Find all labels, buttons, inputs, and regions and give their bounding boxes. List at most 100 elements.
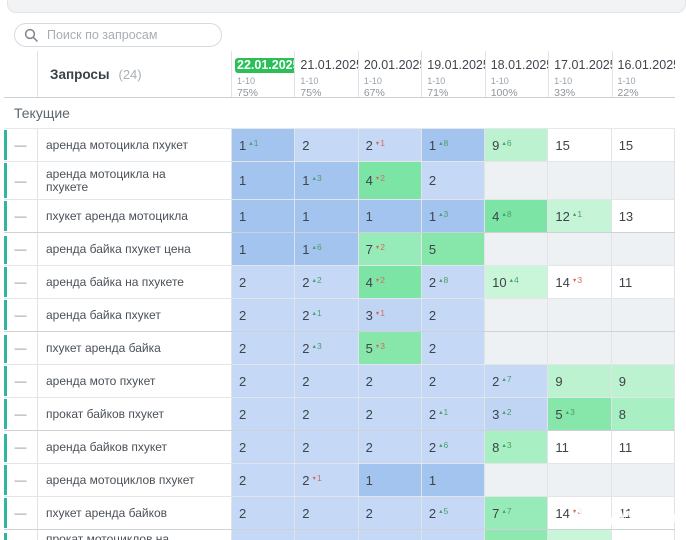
position-cell[interactable]: 2 ▲6 bbox=[420, 431, 485, 463]
position-cell[interactable]: 2 bbox=[357, 530, 421, 540]
date-column-header[interactable]: 17.01.2025 1-10 33% bbox=[548, 51, 612, 97]
position-cell[interactable]: 1 bbox=[231, 200, 295, 232]
position-cell[interactable]: 1 ▲3 bbox=[294, 162, 358, 199]
position-cell[interactable]: 15 bbox=[547, 129, 611, 161]
position-cell[interactable]: 2 ▲3 bbox=[294, 332, 358, 364]
position-cell[interactable] bbox=[547, 332, 611, 364]
position-cell[interactable]: 2 bbox=[357, 431, 421, 463]
keyword-cell[interactable]: аренда мотоцикла на пхукете bbox=[37, 162, 231, 199]
position-cell[interactable]: 13 bbox=[610, 200, 675, 232]
position-cell[interactable]: 1 bbox=[231, 233, 295, 265]
position-cell[interactable]: 2 bbox=[294, 497, 358, 529]
position-cell[interactable]: 8 ▲3 bbox=[484, 431, 548, 463]
position-cell[interactable]: 7 ▲7 bbox=[484, 497, 548, 529]
position-cell[interactable]: 2 bbox=[294, 398, 358, 430]
position-cell[interactable]: 1 bbox=[294, 200, 358, 232]
position-cell[interactable]: 1 ▲3 bbox=[420, 200, 485, 232]
position-cell[interactable]: 3 ▼1 bbox=[357, 299, 421, 331]
search-input[interactable] bbox=[14, 23, 222, 47]
date-column-header[interactable]: 21.01.2025 1-10 75% bbox=[294, 51, 358, 97]
position-cell[interactable] bbox=[484, 332, 548, 364]
position-cell[interactable]: 11 bbox=[547, 431, 611, 463]
position-cell[interactable]: 2▲4 bbox=[420, 530, 485, 540]
position-cell[interactable]: 5 ▼3 bbox=[357, 332, 421, 364]
position-cell[interactable]: 2 bbox=[231, 266, 295, 298]
keyword-cell[interactable]: прокат байков пхукет bbox=[37, 398, 231, 430]
position-cell[interactable]: 2 bbox=[420, 162, 485, 199]
position-cell[interactable]: 2 ▲5 bbox=[420, 497, 485, 529]
position-cell[interactable] bbox=[547, 299, 611, 331]
keyword-cell[interactable]: пхукет аренда байка bbox=[37, 332, 231, 364]
position-cell[interactable]: 9 ▲6 bbox=[484, 129, 548, 161]
position-cell[interactable]: 9 bbox=[547, 365, 611, 397]
position-cell[interactable]: 9 bbox=[610, 365, 675, 397]
position-cell[interactable]: 2 bbox=[294, 365, 358, 397]
position-cell[interactable]: 2 ▲8 bbox=[420, 266, 485, 298]
position-cell[interactable]: 5 ▲3 bbox=[547, 398, 611, 430]
position-cell[interactable]: 11 bbox=[610, 266, 675, 298]
position-cell[interactable] bbox=[610, 464, 675, 496]
date-column-header[interactable]: 16.01.2025 1-10 22% bbox=[611, 51, 675, 97]
position-cell[interactable]: 1 bbox=[231, 162, 295, 199]
position-cell[interactable]: 2 bbox=[420, 299, 485, 331]
position-cell[interactable]: 7 ▼2 bbox=[357, 233, 421, 265]
keyword-cell[interactable]: аренда байка пхукет цена bbox=[37, 233, 231, 265]
position-cell[interactable]: 2 ▲1 bbox=[420, 398, 485, 430]
position-cell[interactable]: 6▲4 bbox=[484, 530, 548, 540]
date-column-header[interactable]: 20.01.2025 1-10 67% bbox=[357, 51, 421, 97]
position-cell[interactable]: 2 bbox=[231, 530, 295, 540]
position-cell[interactable] bbox=[484, 233, 548, 265]
position-cell[interactable]: 2 bbox=[231, 398, 295, 430]
keyword-cell[interactable]: аренда байка на пхукете bbox=[37, 266, 231, 298]
position-cell[interactable]: 8 bbox=[610, 398, 675, 430]
position-cell[interactable]: 11 bbox=[610, 497, 675, 529]
position-cell[interactable]: 2 bbox=[231, 365, 295, 397]
position-cell[interactable]: 4 ▼2 bbox=[357, 266, 421, 298]
date-column-header[interactable]: 22.01.2025 1-10 75% bbox=[231, 51, 295, 97]
position-cell[interactable]: 12 ▲1 bbox=[547, 200, 611, 232]
position-cell[interactable] bbox=[610, 299, 675, 331]
position-cell[interactable]: 1 bbox=[357, 464, 421, 496]
position-cell[interactable] bbox=[547, 162, 611, 199]
position-cell[interactable]: 2 bbox=[294, 530, 358, 540]
position-cell[interactable]: 2 bbox=[294, 431, 358, 463]
position-cell[interactable]: 2 bbox=[357, 497, 421, 529]
position-cell[interactable]: 14 ▼3 bbox=[547, 266, 611, 298]
position-cell[interactable]: 2 bbox=[420, 365, 485, 397]
position-cell[interactable]: 2 bbox=[294, 129, 358, 161]
position-cell[interactable]: 2 bbox=[420, 332, 485, 364]
position-cell[interactable]: 15 bbox=[610, 129, 675, 161]
keyword-cell[interactable]: аренда байков пхукет bbox=[37, 431, 231, 463]
position-cell[interactable]: 2 ▼1 bbox=[357, 129, 421, 161]
keyword-cell[interactable]: пхукет аренда байков bbox=[37, 497, 231, 529]
position-cell[interactable]: 5 bbox=[420, 233, 485, 265]
position-cell[interactable]: 2 ▲2 bbox=[294, 266, 358, 298]
keyword-cell[interactable]: аренда мото пхукет bbox=[37, 365, 231, 397]
position-cell[interactable] bbox=[547, 464, 611, 496]
position-cell[interactable]: 14 ▼3 bbox=[547, 497, 611, 529]
position-cell[interactable]: 10▲3 bbox=[547, 530, 611, 540]
position-cell[interactable]: 2 bbox=[231, 299, 295, 331]
position-cell[interactable] bbox=[484, 464, 548, 496]
position-cell[interactable] bbox=[610, 233, 675, 265]
position-cell[interactable]: 2 ▲1 bbox=[294, 299, 358, 331]
position-cell[interactable]: 2 ▼1 bbox=[294, 464, 358, 496]
date-column-header[interactable]: 18.01.2025 1-10 100% bbox=[484, 51, 548, 97]
position-cell[interactable]: 1 bbox=[420, 464, 485, 496]
position-cell[interactable] bbox=[484, 299, 548, 331]
position-cell[interactable]: 1 ▲6 bbox=[294, 233, 358, 265]
position-cell[interactable] bbox=[610, 332, 675, 364]
position-cell[interactable]: 2 bbox=[357, 365, 421, 397]
date-column-header[interactable]: 19.01.2025 1-10 71% bbox=[421, 51, 485, 97]
position-cell[interactable] bbox=[484, 162, 548, 199]
position-cell[interactable]: 2 bbox=[231, 497, 295, 529]
position-cell[interactable]: 4 ▲8 bbox=[484, 200, 548, 232]
position-cell[interactable]: 11 bbox=[610, 431, 675, 463]
keyword-cell[interactable]: аренда байка пхукет bbox=[37, 299, 231, 331]
keyword-cell[interactable]: аренда мотоцикла пхукет bbox=[37, 129, 231, 161]
position-cell[interactable]: 1 ▲1 bbox=[231, 129, 295, 161]
keyword-cell[interactable]: прокат мотоциклов на пхукете bbox=[37, 530, 231, 540]
position-cell[interactable]: 13 bbox=[610, 530, 675, 540]
keyword-cell[interactable]: аренда мотоциклов пхукет bbox=[37, 464, 231, 496]
position-cell[interactable]: 2 ▲7 bbox=[484, 365, 548, 397]
